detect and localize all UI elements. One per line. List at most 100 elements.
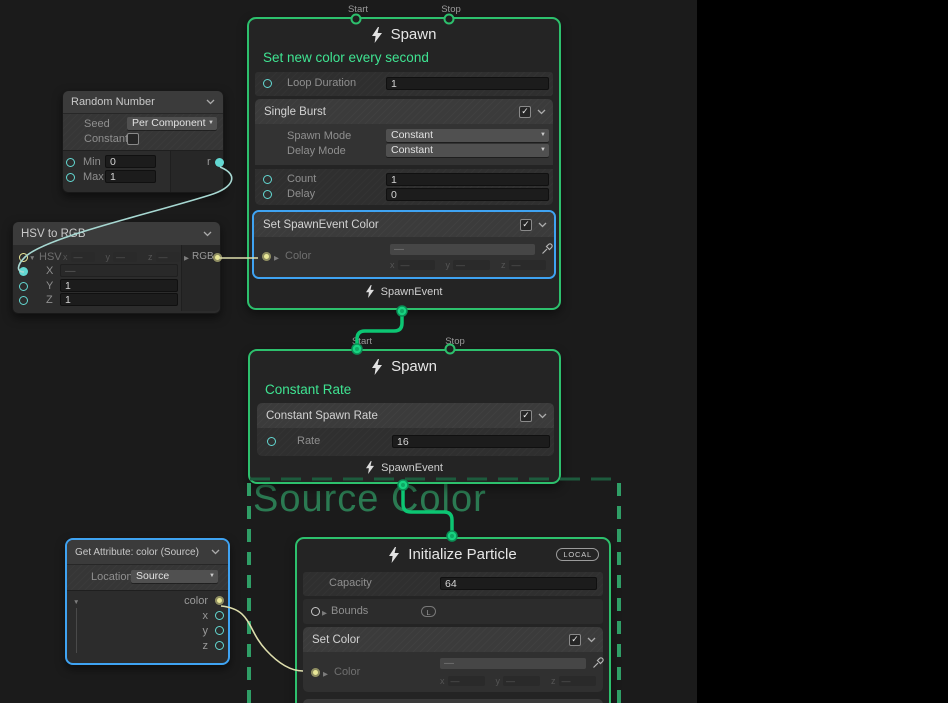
system-group-title[interactable]: Source Color bbox=[253, 478, 487, 521]
node-get-attribute[interactable]: Get Attribute: color (Source) Location S… bbox=[65, 538, 230, 665]
y-mini-field[interactable]: — bbox=[503, 676, 540, 686]
x-mini-field[interactable]: — bbox=[398, 260, 435, 270]
eyedropper-icon[interactable] bbox=[592, 657, 604, 669]
get-attribute-titlebar[interactable]: Get Attribute: color (Source) bbox=[67, 540, 228, 564]
x-mini-field[interactable]: — bbox=[71, 252, 95, 262]
rate-field[interactable]: 16 bbox=[392, 435, 550, 448]
block-single-burst[interactable]: Single Burst ✓ Spawn Mode Constant▼ Dela… bbox=[255, 99, 553, 205]
delay-mode-dropdown[interactable]: Constant▼ bbox=[386, 144, 549, 157]
z-mini-field[interactable]: — bbox=[156, 252, 180, 262]
expand-triangle-icon[interactable]: ▼ bbox=[29, 254, 35, 263]
set-color-header[interactable]: Set Color ✓ bbox=[303, 627, 603, 652]
single-burst-header[interactable]: Single Burst ✓ bbox=[255, 99, 553, 124]
block-chevron-icon[interactable] bbox=[538, 413, 547, 419]
node-hsv-to-rgb[interactable]: HSV to RGB ▼ HSV x— y— z— X — Y 1 bbox=[12, 221, 221, 314]
x-field[interactable]: — bbox=[60, 264, 178, 277]
x-output-port[interactable] bbox=[215, 611, 224, 620]
z-output-port[interactable] bbox=[215, 641, 224, 650]
spawn1-subtitle[interactable]: Set new color every second bbox=[263, 50, 429, 65]
block-set-color[interactable]: Set Color ✓ ▶ Color — x— y— z— bbox=[303, 627, 603, 692]
dropdown-arrow-icon: ▼ bbox=[208, 117, 214, 130]
set-spawnevent-color-header[interactable]: Set SpawnEvent Color ✓ bbox=[254, 212, 554, 237]
hsv-titlebar[interactable]: HSV to RGB bbox=[13, 222, 220, 245]
y-input-port[interactable] bbox=[19, 282, 28, 291]
color-xyz-row: x— y— z— bbox=[440, 676, 596, 686]
expand-triangle-icon[interactable]: ▼ bbox=[73, 598, 79, 607]
count-field[interactable]: 1 bbox=[386, 173, 549, 186]
block-set-spawnevent-color[interactable]: Set SpawnEvent Color ✓ ▶ Color — x— y— z… bbox=[252, 210, 556, 279]
expand-triangle-icon[interactable]: ▶ bbox=[184, 254, 189, 263]
block-chevron-icon[interactable] bbox=[587, 637, 596, 643]
y-output-port[interactable] bbox=[215, 626, 224, 635]
constant-spawn-rate-checkbox[interactable]: ✓ bbox=[520, 410, 532, 422]
expand-triangle-icon[interactable]: ▶ bbox=[274, 254, 279, 263]
loop-duration-field[interactable]: 1 bbox=[386, 77, 549, 90]
random-number-output-area bbox=[170, 151, 223, 192]
y-field[interactable]: 1 bbox=[60, 279, 178, 292]
location-dropdown[interactable]: Source▼ bbox=[131, 570, 218, 583]
loop-duration-port[interactable] bbox=[263, 79, 272, 88]
spawn2-subtitle[interactable]: Constant Rate bbox=[265, 382, 351, 397]
single-burst-settings: Spawn Mode Constant▼ Delay Mode Constant… bbox=[255, 124, 553, 165]
single-burst-checkbox[interactable]: ✓ bbox=[519, 106, 531, 118]
collapse-chevron-icon[interactable] bbox=[211, 549, 220, 555]
z-input-port[interactable] bbox=[19, 296, 28, 305]
next-block-stub[interactable] bbox=[303, 699, 603, 703]
constant-spawn-rate-header[interactable]: Constant Spawn Rate ✓ bbox=[257, 403, 554, 428]
eyedropper-icon[interactable] bbox=[541, 243, 553, 255]
y-mini-field[interactable]: — bbox=[113, 252, 137, 262]
capacity-field[interactable]: 64 bbox=[440, 577, 597, 590]
collapse-chevron-icon[interactable] bbox=[203, 231, 212, 237]
x-output-label: x bbox=[203, 610, 209, 622]
local-space-badge[interactable]: LOCAL bbox=[556, 548, 599, 561]
spawn2-title-row: Spawn bbox=[250, 358, 559, 375]
spawn-mode-label: Spawn Mode bbox=[287, 130, 351, 142]
node-spawn-1[interactable]: Start Stop Spawn Set new color every sec… bbox=[247, 17, 561, 310]
x-mini-label: x bbox=[440, 676, 445, 686]
x-input-port[interactable] bbox=[19, 267, 28, 276]
seed-dropdown[interactable]: Per Component▼ bbox=[127, 117, 217, 130]
count-port[interactable] bbox=[263, 175, 272, 184]
z-mini-field[interactable]: — bbox=[559, 676, 596, 686]
rate-port[interactable] bbox=[267, 437, 276, 446]
max-port[interactable] bbox=[66, 173, 75, 182]
random-number-titlebar[interactable]: Random Number bbox=[63, 91, 223, 113]
spawnevent-bolt-icon bbox=[366, 461, 374, 474]
min-field[interactable]: 0 bbox=[105, 155, 156, 168]
bounds-port[interactable] bbox=[311, 607, 320, 616]
constant-checkbox[interactable] bbox=[127, 133, 139, 145]
z-mini-label: z bbox=[501, 260, 506, 270]
z-mini-label: z bbox=[551, 676, 556, 686]
set-spawnevent-color-checkbox[interactable]: ✓ bbox=[520, 219, 532, 231]
z-mini-field[interactable]: — bbox=[509, 260, 546, 270]
hsv-port[interactable] bbox=[19, 253, 28, 262]
color-gradient-field[interactable]: — bbox=[440, 658, 586, 669]
rgb-output-port[interactable] bbox=[213, 253, 222, 262]
color-gradient-field[interactable]: — bbox=[390, 244, 535, 255]
min-port[interactable] bbox=[66, 158, 75, 167]
get-attribute-ports: ▼ color x y z bbox=[67, 591, 228, 661]
block-constant-spawn-rate[interactable]: Constant Spawn Rate ✓ Rate 16 bbox=[257, 403, 554, 456]
capacity-label: Capacity bbox=[329, 577, 372, 589]
color-output-port[interactable] bbox=[215, 596, 224, 605]
x-mini-field[interactable]: — bbox=[448, 676, 485, 686]
max-field[interactable]: 1 bbox=[105, 170, 156, 183]
delay-port[interactable] bbox=[263, 190, 272, 199]
expand-triangle-icon[interactable]: ▶ bbox=[323, 670, 328, 679]
node-random-number[interactable]: Random Number Seed Per Component▼ Consta… bbox=[62, 90, 224, 193]
collapse-chevron-icon[interactable] bbox=[206, 99, 215, 105]
stop-flow-label: Stop bbox=[434, 4, 468, 15]
node-initialize-particle[interactable]: Initialize Particle LOCAL Capacity 64 ▶ … bbox=[295, 537, 611, 703]
block-chevron-icon[interactable] bbox=[538, 222, 547, 228]
set-color-checkbox[interactable]: ✓ bbox=[569, 634, 581, 646]
node-spawn-2[interactable]: Start Stop Spawn Constant Rate Constant … bbox=[248, 349, 561, 484]
block-chevron-icon[interactable] bbox=[537, 109, 546, 115]
z-field[interactable]: 1 bbox=[60, 293, 178, 306]
color-input-port[interactable] bbox=[311, 668, 320, 677]
r-output-port[interactable] bbox=[215, 158, 224, 167]
y-mini-field[interactable]: — bbox=[453, 260, 490, 270]
color-input-port[interactable] bbox=[262, 252, 271, 261]
expand-triangle-icon[interactable]: ▶ bbox=[322, 609, 327, 618]
delay-field[interactable]: 0 bbox=[386, 188, 549, 201]
spawn-mode-dropdown[interactable]: Constant▼ bbox=[386, 129, 549, 142]
